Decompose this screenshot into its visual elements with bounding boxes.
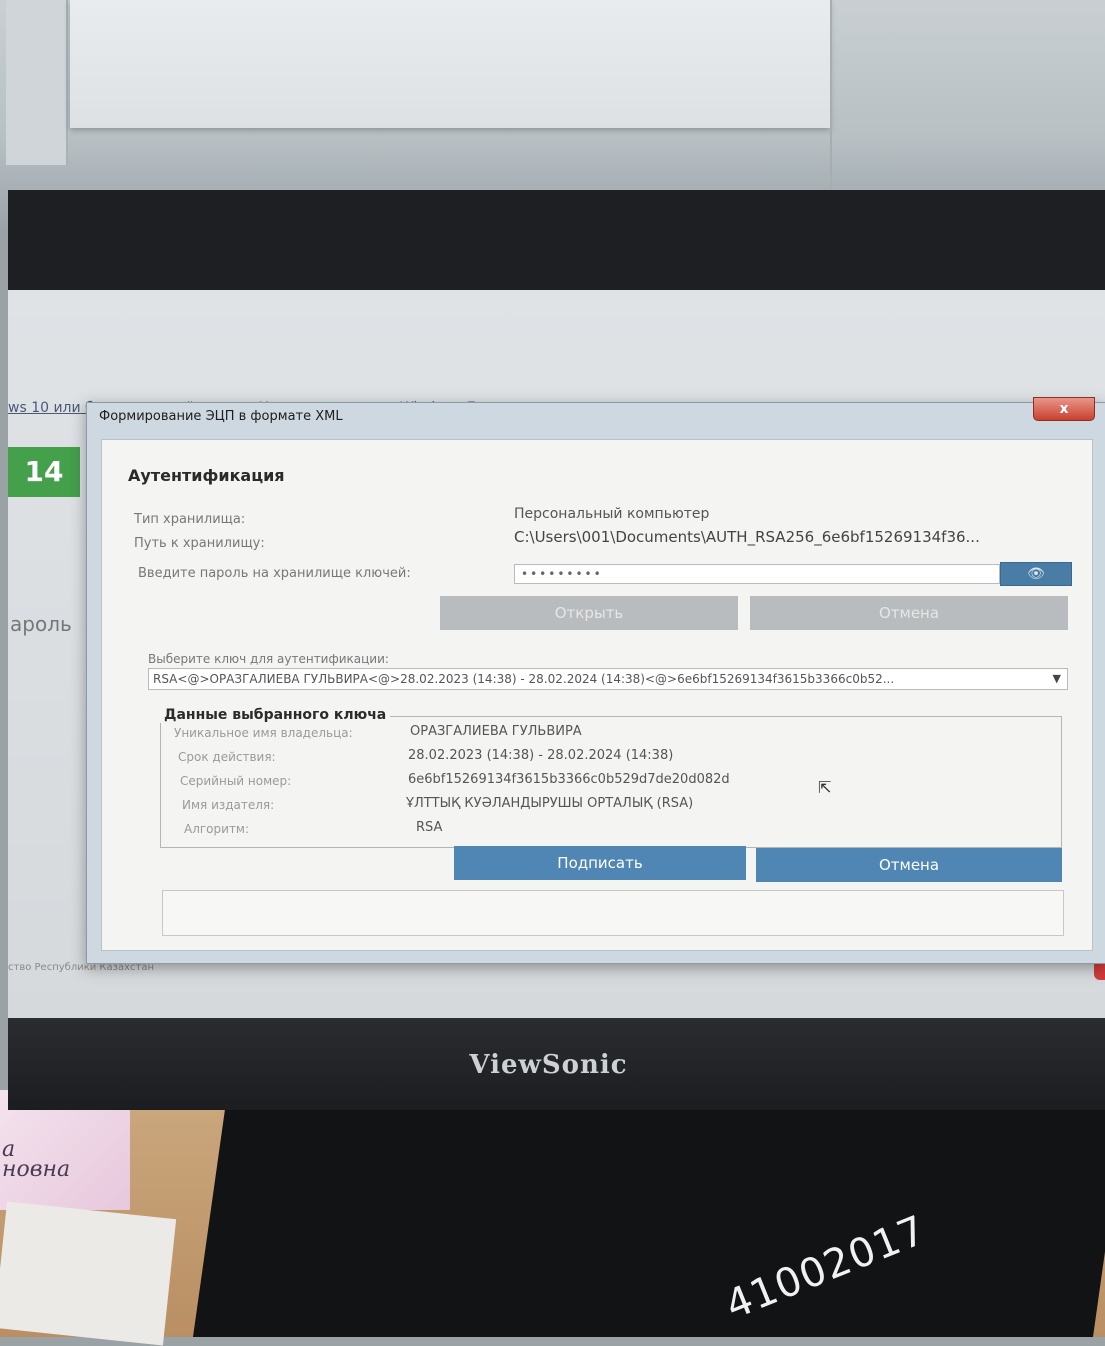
signing-dialog: Формирование ЭЦП в формате XML x Аутенти… [86,397,1105,964]
wall-tile-line [830,0,832,190]
eye-icon: 👁 [1027,566,1045,582]
screen: ws 10 или более поздней версии. У вас ус… [8,290,1105,1018]
password-label: Введите пароль на хранилище ключей: [138,566,411,581]
key-details-legend: Данные выбранного ключа [160,707,391,723]
monitor-stand [192,1095,1105,1337]
key-select-value: RSA<@>ОРАЗГАЛИЕВА ГУЛЬВИРА<@>28.02.2023 … [153,672,895,686]
wall-binder [6,0,68,165]
storage-path-value: C:\Users\001\Documents\AUTH_RSA256_6e6bf… [514,528,980,546]
key-select-label: Выберите ключ для аутентификации: [148,652,389,666]
open-button[interactable]: Открыть [440,596,738,630]
auth-section-title: Аутентификация [128,466,285,485]
issuer-label: Имя издателя: [182,798,275,812]
desk-card-text: а новна [2,1137,71,1182]
close-button[interactable]: x [1033,397,1095,421]
chevron-down-icon[interactable]: ▼ [1053,669,1061,689]
mouse-cursor-icon: ⇱ [818,778,832,797]
storage-type-value: Персональный компьютер [514,506,710,522]
owner-label: Уникальное имя владельца: [174,726,353,740]
dialog-title: Формирование ЭЦП в формате XML [99,409,343,424]
algorithm-label: Алгоритм: [184,822,250,836]
wall-paper [70,0,830,128]
serial-value: 6e6bf15269134f3615b3366c0b529d7de20d082d [408,772,730,787]
show-password-button[interactable]: 👁 [1000,562,1072,586]
issuer-value: ҰЛТТЫҚ КУӘЛАНДЫРУШЫ ОРТАЛЫҚ (RSA) [406,796,694,811]
owner-value: ОРАЗГАЛИЕВА ГУЛЬВИРА [410,724,582,739]
sign-cancel-button[interactable]: Отмена [756,848,1062,882]
status-area [162,890,1064,936]
password-input[interactable]: ••••••••• [514,564,1000,584]
background-badge: 14 [8,447,80,497]
validity-label: Срок действия: [178,750,276,764]
validity-value: 28.02.2023 (14:38) - 28.02.2024 (14:38) [408,748,674,763]
key-select-dropdown[interactable]: RSA<@>ОРАЗГАЛИЕВА ГУЛЬВИРА<@>28.02.2023 … [148,668,1068,690]
dialog-panel: Аутентификация Тип хранилища: Персональн… [101,439,1093,951]
serial-label: Серийный номер: [180,774,292,788]
sign-button[interactable]: Подписать [454,846,746,880]
auth-cancel-button[interactable]: Отмена [750,596,1068,630]
background-password-label: ароль [10,612,72,636]
monitor-brand-logo: ViewSonic [469,1050,628,1080]
desk-paper [0,1201,177,1346]
algorithm-value: RSA [416,820,443,835]
storage-type-label: Тип хранилища: [134,512,246,527]
storage-path-label: Путь к хранилищу: [134,536,265,551]
